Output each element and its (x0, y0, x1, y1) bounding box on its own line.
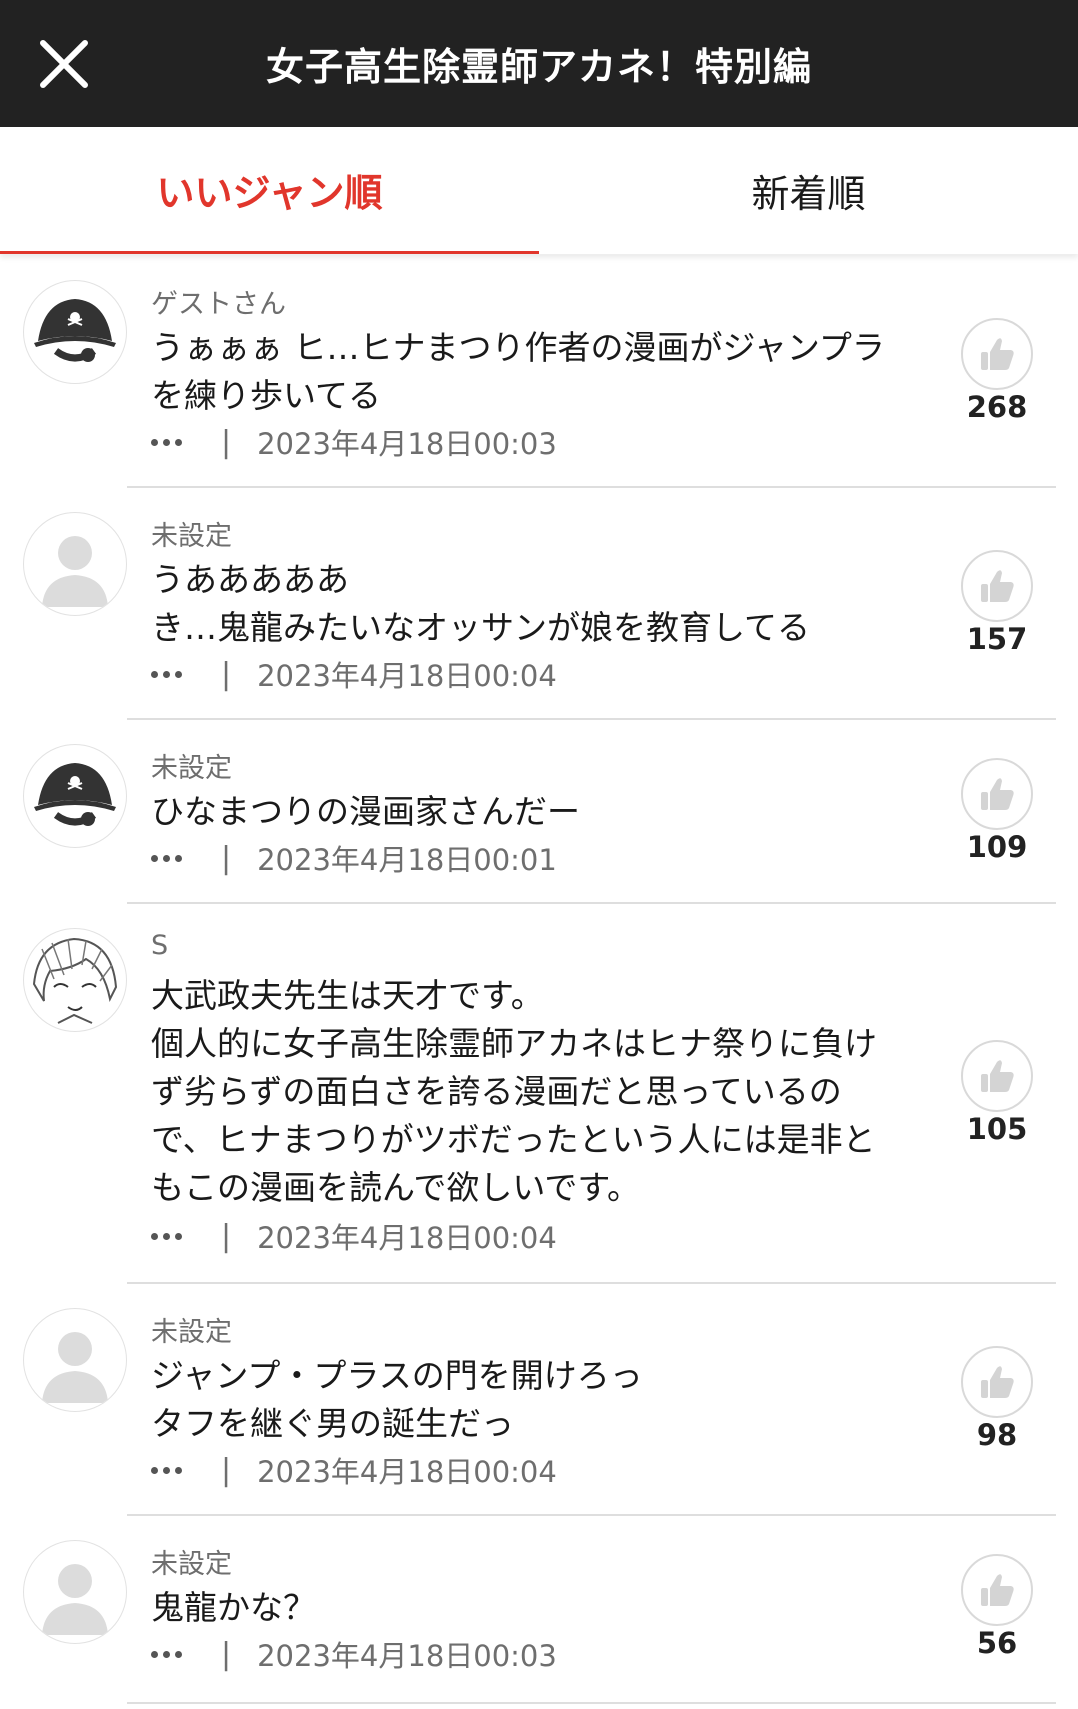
tab-newest[interactable]: 新着順 (539, 127, 1078, 254)
more-options-button[interactable] (151, 427, 195, 457)
close-icon (40, 40, 88, 88)
more-dots-icon (151, 1232, 158, 1240)
more-options-button[interactable] (151, 1455, 195, 1485)
avatar[interactable] (23, 928, 127, 1032)
more-dots-icon (175, 1650, 182, 1658)
divider (127, 1702, 1056, 1704)
comment-item: 未設定 ひなまつりの漫画家さんだー | 2023年4月18日00:01 109 (0, 720, 1078, 904)
more-options-button[interactable] (151, 659, 195, 689)
separator: | (221, 1636, 232, 1672)
more-dots-icon (151, 854, 158, 862)
more-dots-icon (163, 1650, 170, 1658)
more-dots-icon (151, 438, 158, 446)
more-dots-icon (175, 670, 182, 678)
avatar[interactable] (23, 512, 127, 616)
more-dots-icon (175, 438, 182, 446)
comment-date: 2023年4月18日00:04 (257, 659, 557, 693)
pirate-avatar-icon (34, 299, 116, 362)
pirate-avatar-icon (34, 763, 116, 826)
comment-meta: | 2023年4月18日00:03 (151, 422, 557, 462)
like-count: 98 (976, 1418, 1018, 1452)
thumbs-up-icon (981, 338, 1014, 370)
thumbs-up-icon (981, 1574, 1014, 1606)
comment-author: 未設定 (151, 753, 232, 784)
comment-author: S (151, 930, 169, 961)
separator: | (221, 1452, 232, 1488)
thumbs-up-icon (981, 778, 1014, 810)
like-button[interactable] (961, 550, 1033, 622)
comment-meta: | 2023年4月18日00:04 (151, 1216, 557, 1256)
comment-text: ひなまつりの漫画家さんだー (151, 792, 580, 831)
comment-text: 鬼龍かな？ (151, 1588, 316, 1627)
comment-item: 未設定 鬼龍かな？ | 2023年4月18日00:03 56 (0, 1516, 1078, 1706)
like-button[interactable] (961, 1346, 1033, 1418)
comment-item: 未設定 ジャンプ・プラスの門を開けろっ タフを継ぐ男の誕生だっ | 2023年4… (0, 1284, 1078, 1516)
more-dots-icon (163, 1232, 170, 1240)
comment-author: ゲストさん (151, 289, 286, 320)
comment-text: うぁぁぁ ヒ…ヒナまつり作者の漫画がジャンプラ を練り歩いてる (151, 328, 885, 415)
comment-item: S 大武政夫先生は天才です。 個人的に女子高生除霊師アカネはヒナ祭りに負け ず劣… (0, 904, 1078, 1284)
avatar[interactable] (23, 280, 127, 384)
like-button[interactable] (961, 318, 1033, 390)
close-button[interactable] (28, 28, 100, 100)
comment-author: 未設定 (151, 1317, 232, 1348)
more-dots-icon (151, 670, 158, 678)
comment-item: ゲストさん うぁぁぁ ヒ…ヒナまつり作者の漫画がジャンプラ を練り歩いてる | … (0, 254, 1078, 488)
avatar[interactable] (23, 1540, 127, 1644)
comment-date: 2023年4月18日00:03 (257, 427, 557, 461)
avatar[interactable] (23, 1308, 127, 1412)
like-count: 109 (966, 830, 1028, 864)
more-options-button[interactable] (151, 1639, 195, 1669)
comment-author: 未設定 (151, 521, 232, 552)
separator: | (221, 840, 232, 876)
comment-author: 未設定 (151, 1549, 232, 1580)
page-title: 女子高生除霊師アカネ！特別編 (265, 45, 812, 89)
separator: | (221, 1218, 232, 1254)
more-dots-icon (175, 1466, 182, 1474)
comment-date: 2023年4月18日00:04 (257, 1455, 557, 1489)
comment-date: 2023年4月18日00:04 (257, 1221, 557, 1255)
thumbs-up-icon (981, 1060, 1014, 1092)
comment-meta: | 2023年4月18日00:01 (151, 838, 557, 878)
separator: | (221, 424, 232, 460)
more-dots-icon (163, 438, 170, 446)
comment-date: 2023年4月18日00:01 (257, 843, 557, 877)
comment-meta: | 2023年4月18日00:04 (151, 654, 557, 694)
comment-text: うあああああ き…鬼龍みたいなオッサンが娘を教育してる (151, 560, 811, 647)
comment-meta: | 2023年4月18日00:04 (151, 1450, 557, 1490)
comment-meta: | 2023年4月18日00:03 (151, 1634, 557, 1674)
more-options-button[interactable] (151, 1221, 195, 1251)
more-dots-icon (163, 854, 170, 862)
like-button[interactable] (961, 1554, 1033, 1626)
sort-tabs: いいジャン順 新着順 (0, 127, 1078, 254)
manga-character-avatar (32, 937, 118, 1024)
header-bar: 女子高生除霊師アカネ！特別編 (0, 0, 1078, 127)
avatar[interactable] (23, 744, 127, 848)
more-dots-icon (163, 670, 170, 678)
thumbs-up-icon (981, 1366, 1014, 1398)
more-dots-icon (151, 1650, 158, 1658)
tab-popular[interactable]: いいジャン順 (0, 127, 539, 254)
default-user-icon (42, 536, 108, 607)
more-dots-icon (175, 854, 182, 862)
like-count: 105 (966, 1112, 1028, 1146)
more-dots-icon (151, 1466, 158, 1474)
comment-item: 未設定 うあああああ き…鬼龍みたいなオッサンが娘を教育してる | 2023年4… (0, 488, 1078, 720)
like-button[interactable] (961, 1040, 1033, 1112)
separator: | (221, 656, 232, 692)
more-dots-icon (163, 1466, 170, 1474)
comment-date: 2023年4月18日00:03 (257, 1639, 557, 1673)
like-button[interactable] (961, 758, 1033, 830)
comment-text: ジャンプ・プラスの門を開けろっ タフを継ぐ男の誕生だっ (151, 1356, 643, 1443)
more-dots-icon (175, 1232, 182, 1240)
default-user-icon (42, 1332, 108, 1403)
like-count: 268 (966, 390, 1028, 424)
like-count: 157 (966, 622, 1028, 656)
thumbs-up-icon (981, 570, 1014, 602)
default-user-icon (42, 1564, 108, 1635)
more-options-button[interactable] (151, 843, 195, 873)
comment-text: 大武政夫先生は天才です。 個人的に女子高生除霊師アカネはヒナ祭りに負け ず劣らず… (151, 976, 877, 1207)
like-count: 56 (976, 1626, 1018, 1660)
